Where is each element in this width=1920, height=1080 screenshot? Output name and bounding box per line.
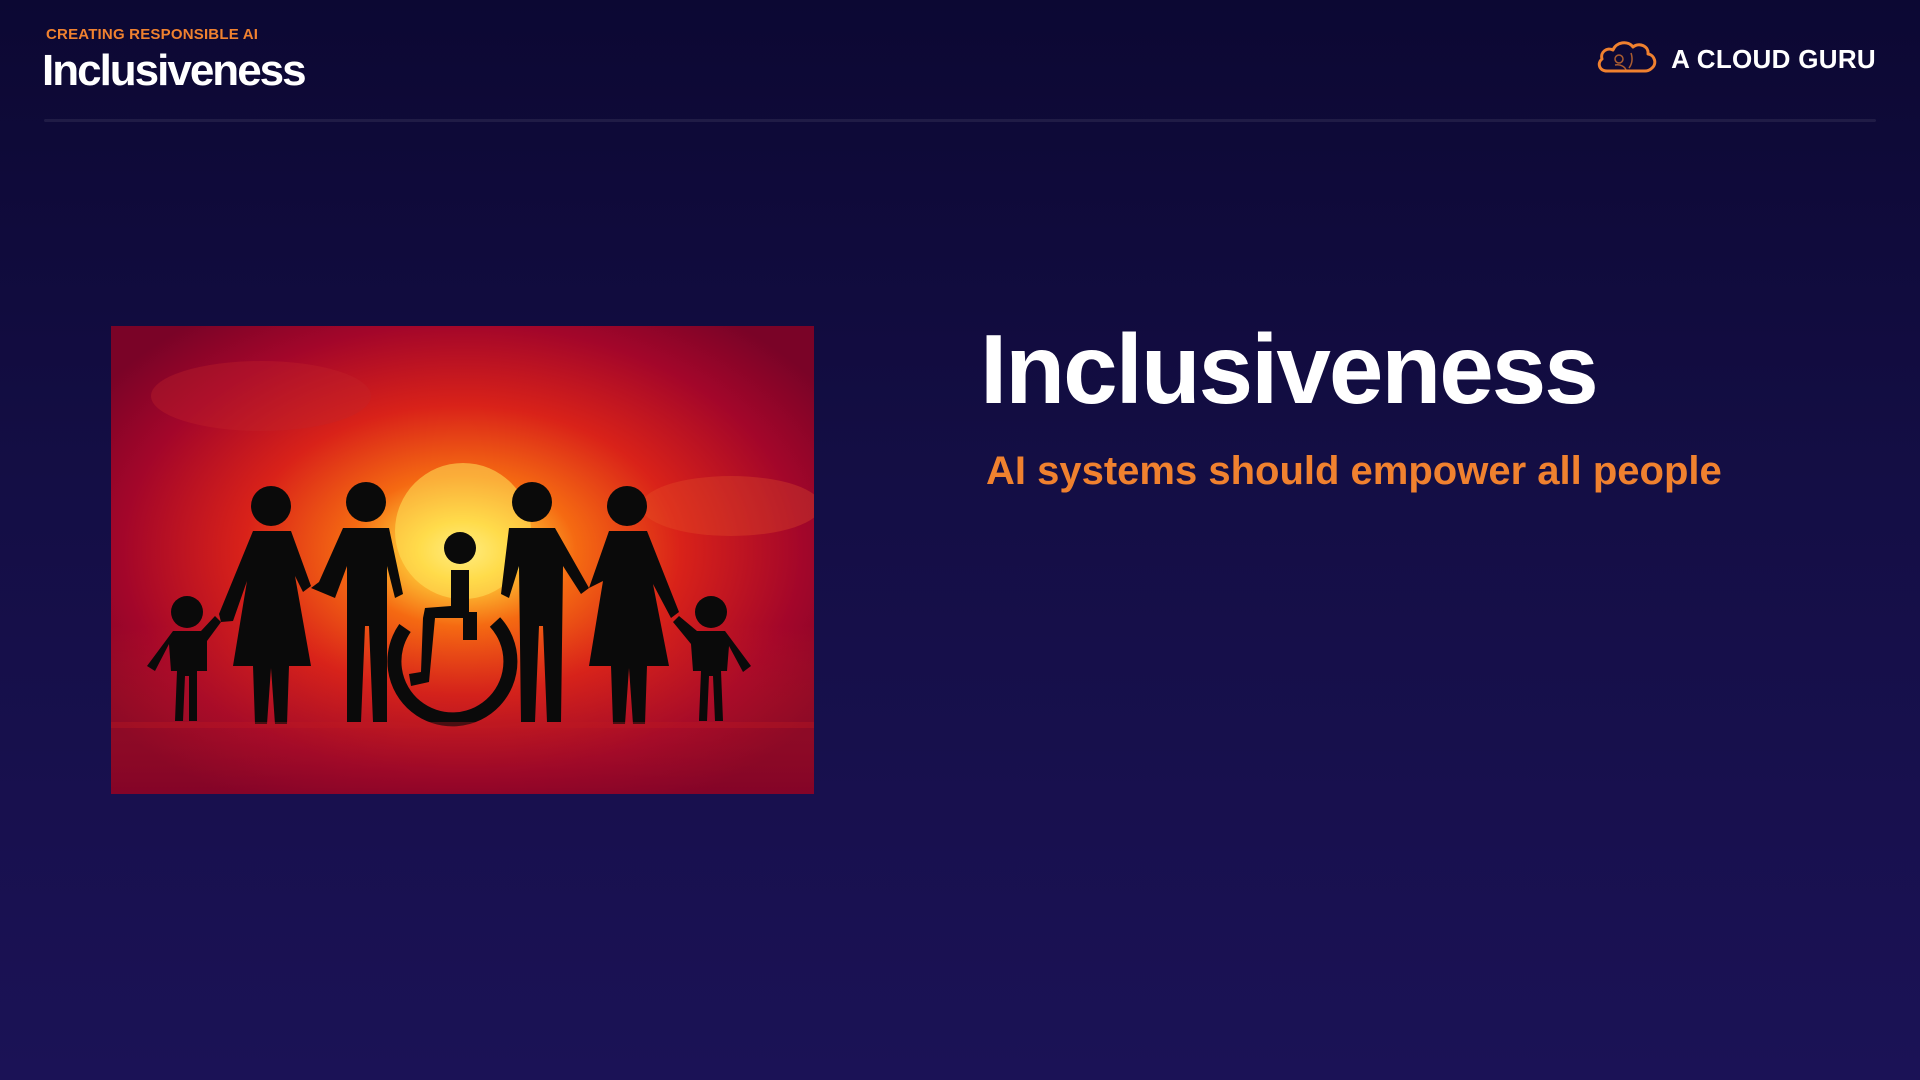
section-eyebrow: CREATING RESPONSIBLE AI bbox=[46, 26, 259, 43]
brand-name: A CLOUD GURU bbox=[1671, 43, 1876, 74]
family-silhouette-sunset-image bbox=[111, 326, 814, 794]
cloud-logo-icon bbox=[1595, 37, 1659, 82]
slide-subtitle: AI systems should empower all people bbox=[986, 449, 1722, 493]
brand-logo: A CLOUD GURU bbox=[1595, 36, 1876, 82]
header-title: Inclusiveness bbox=[42, 46, 307, 95]
header-divider bbox=[44, 119, 1876, 122]
slide-title: Inclusiveness bbox=[980, 314, 1599, 424]
